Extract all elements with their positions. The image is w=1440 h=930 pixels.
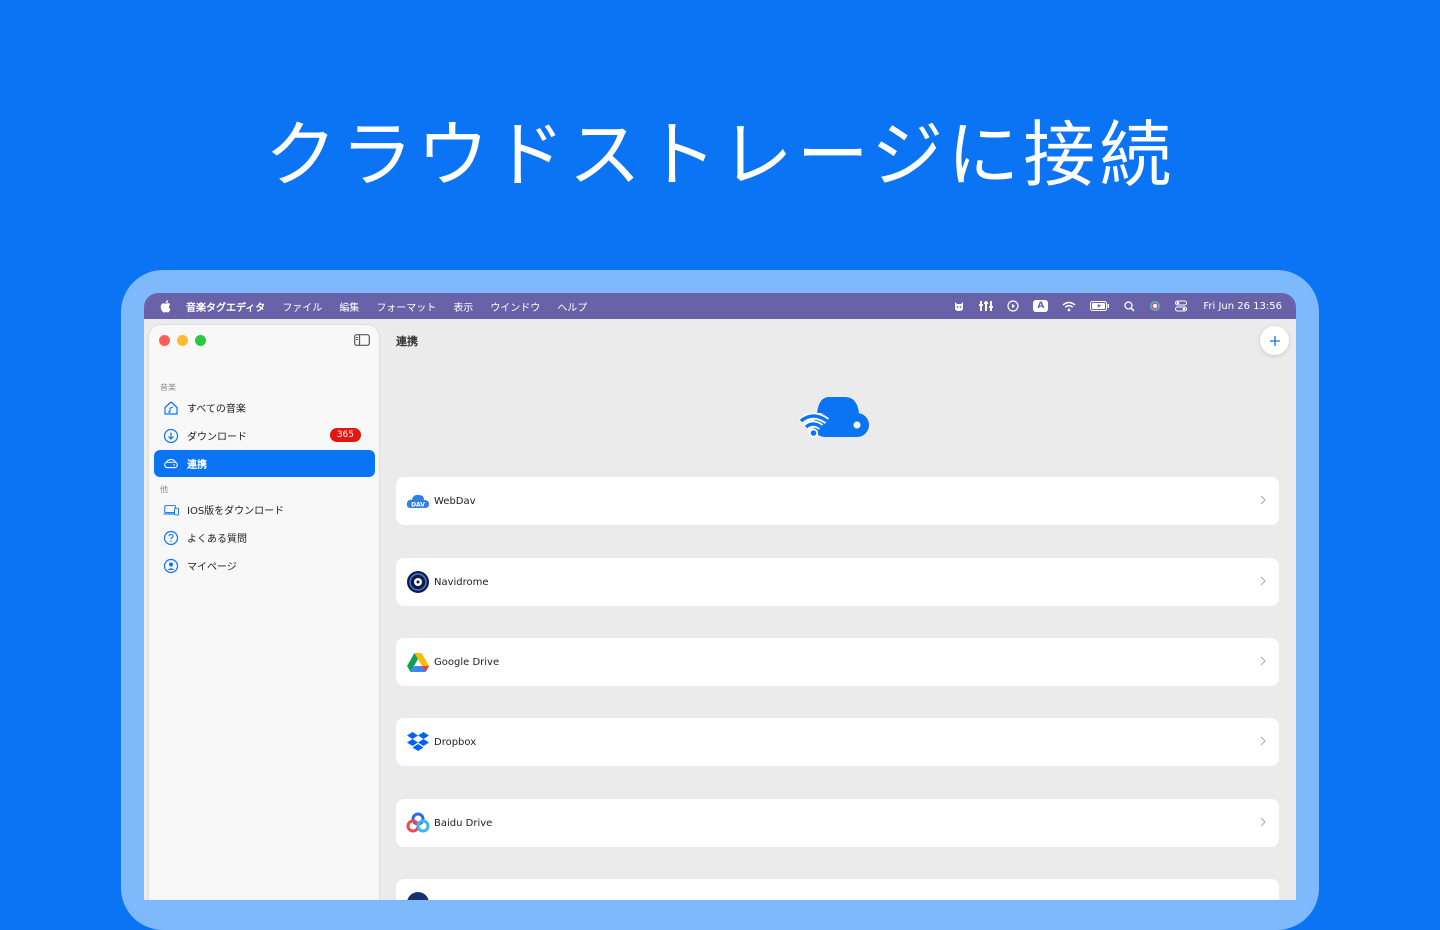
sidebar-item-label: 連携 <box>187 460 207 471</box>
menu-bar: 音楽タグエディタ ファイル 編集 フォーマット 表示 ウインドウ ヘルプ A F… <box>144 293 1296 319</box>
question-circle-icon <box>163 530 179 546</box>
service-row-navidrome[interactable]: Navidrome <box>396 558 1279 606</box>
baidu-drive-icon <box>406 811 430 835</box>
service-row-google-drive[interactable]: Google Drive <box>396 638 1279 686</box>
download-circle-icon <box>163 428 179 444</box>
sidebar-item-integration[interactable]: 連携 <box>154 450 375 477</box>
sidebar-item-faq[interactable]: よくある質問 <box>154 524 375 551</box>
service-label: WebDav <box>434 495 476 507</box>
sidebar-toggle-icon[interactable] <box>354 334 370 346</box>
chevron-right-icon <box>1260 736 1266 746</box>
input-source-badge: A <box>1033 300 1049 312</box>
battery-icon[interactable] <box>1090 301 1110 311</box>
service-row-baidu-drive[interactable]: Baidu Drive <box>396 799 1279 847</box>
google-drive-icon <box>406 650 430 674</box>
close-window-button[interactable] <box>159 335 170 346</box>
service-logo-icon <box>406 891 430 900</box>
siri-icon[interactable] <box>1149 300 1161 312</box>
sidebar-item-label: よくある質問 <box>187 534 247 545</box>
menu-view[interactable]: 表示 <box>453 299 473 314</box>
apple-icon[interactable] <box>158 298 174 314</box>
sidebar-item-label: マイページ <box>187 562 237 573</box>
service-label: Dropbox <box>434 736 477 748</box>
chevron-right-icon <box>1260 817 1266 827</box>
menu-edit[interactable]: 編集 <box>339 299 359 314</box>
sidebar-item-mypage[interactable]: マイページ <box>154 552 375 579</box>
cloud-drive-hero-icon <box>799 397 869 438</box>
service-label: Baidu Drive <box>434 817 493 829</box>
webdav-cloud-icon: DAV <box>406 489 430 513</box>
cat-icon[interactable] <box>953 300 965 312</box>
window-controls <box>159 335 206 346</box>
chevron-right-icon <box>1260 656 1266 666</box>
menu-format[interactable]: フォーマット <box>376 299 436 314</box>
house-music-icon <box>163 400 179 416</box>
minimize-window-button[interactable] <box>177 335 188 346</box>
service-row-dropbox[interactable]: Dropbox <box>396 718 1279 766</box>
service-label: Google Drive <box>434 656 500 668</box>
sidebar-item-all-music[interactable]: すべての音楽 <box>154 394 375 421</box>
service-row-partial[interactable] <box>396 879 1279 900</box>
dropbox-icon <box>406 730 430 754</box>
cloud-drive-icon <box>163 456 179 472</box>
app-screen: 音楽タグエディタ ファイル 編集 フォーマット 表示 ウインドウ ヘルプ A F… <box>144 293 1296 900</box>
section-other-label: 他 <box>160 485 168 494</box>
menu-window[interactable]: ウインドウ <box>490 299 540 314</box>
chevron-right-icon <box>1260 495 1266 505</box>
sidebar-item-download[interactable]: ダウンロード 365 <box>154 422 375 449</box>
play-circle-icon[interactable] <box>1007 300 1020 312</box>
navidrome-disc-icon <box>406 570 430 594</box>
section-music-label: 音楽 <box>160 383 176 392</box>
control-center-icon[interactable] <box>1175 300 1188 312</box>
wifi-icon[interactable] <box>1062 301 1076 312</box>
sidebar: 音楽 すべての音楽 ダウンロード 365 連携 他 IOS版をダウンロード よく… <box>149 325 379 900</box>
laptop-phone-icon <box>163 502 179 518</box>
download-count-badge: 365 <box>329 428 361 442</box>
menu-app-name[interactable]: 音楽タグエディタ <box>186 299 265 314</box>
plus-icon <box>1269 335 1280 346</box>
headline: クラウドストレージに接続 <box>264 113 1176 197</box>
zoom-window-button[interactable] <box>195 335 206 346</box>
menu-help[interactable]: ヘルプ <box>557 299 587 314</box>
service-row-webdav[interactable]: DAV WebDav <box>396 477 1279 525</box>
sidebar-item-label: ダウンロード <box>187 432 247 443</box>
input-source-icon[interactable]: A <box>1033 300 1049 312</box>
menubar-clock: Fri Jun 26 13:56 <box>1203 300 1282 312</box>
sidebar-item-label: IOS版をダウンロード <box>187 506 285 517</box>
menu-extras: A Fri Jun 26 13:56 <box>939 300 1282 312</box>
svg-text:DAV: DAV <box>411 502 425 509</box>
sidebar-item-ios-download[interactable]: IOS版をダウンロード <box>154 496 375 523</box>
search-icon[interactable] <box>1124 300 1135 312</box>
add-button[interactable] <box>1260 326 1289 355</box>
equalizer-icon[interactable] <box>979 300 994 312</box>
service-label: Navidrome <box>434 576 489 588</box>
sidebar-item-label: すべての音楽 <box>187 404 246 415</box>
menu-file[interactable]: ファイル <box>282 299 322 314</box>
person-circle-icon <box>163 558 179 574</box>
page-title: 連携 <box>396 335 418 348</box>
chevron-right-icon <box>1260 576 1266 586</box>
